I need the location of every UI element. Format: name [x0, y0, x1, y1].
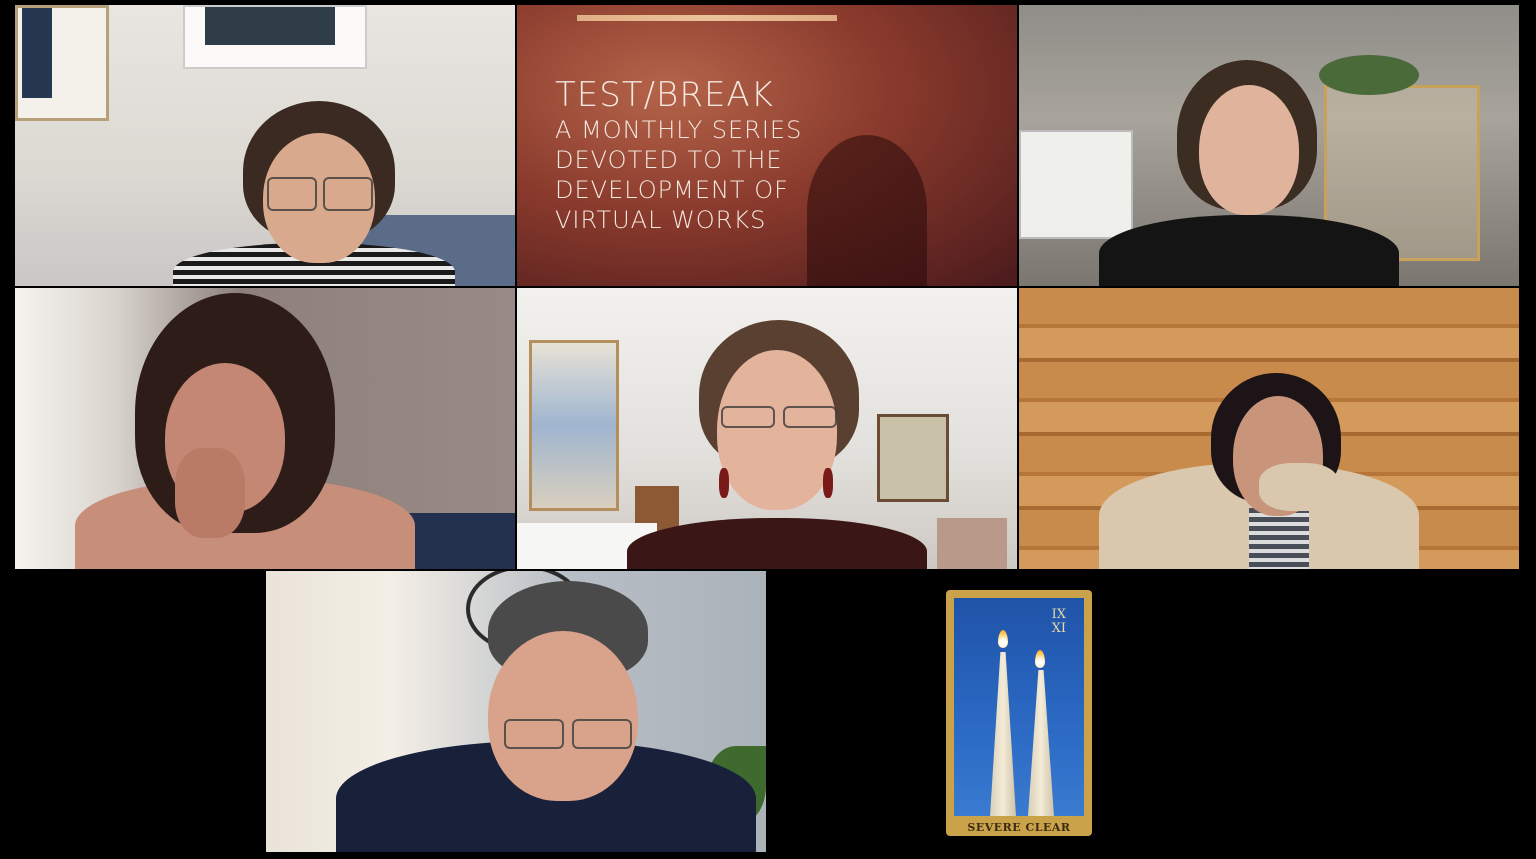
video-tile-participant-7[interactable]: [266, 571, 766, 852]
video-tile-participant-5[interactable]: [517, 288, 1017, 569]
plant: [1319, 55, 1419, 95]
title-line-4: VIRTUAL WORKS: [555, 206, 767, 234]
title-line-2: DEVOTED TO THE: [555, 146, 783, 174]
glasses: [721, 406, 775, 428]
shirt: [1249, 508, 1309, 569]
glasses: [783, 406, 837, 428]
tarot-card: IX XI SEVERE CLEAR: [946, 590, 1092, 836]
card-numeral: IX XI: [1052, 608, 1066, 636]
title-line-3: DEVELOPMENT OF: [555, 176, 789, 204]
title-text-block: TEST/BREAK A MONTHLY SERIES DEVOTED TO T…: [555, 75, 802, 235]
title-line-1: A MONTHLY SERIES: [555, 116, 803, 144]
video-tile-participant-6[interactable]: [1019, 288, 1519, 569]
card-title: SEVERE CLEAR: [967, 821, 1071, 834]
glasses: [267, 177, 317, 211]
participant-face: [717, 350, 837, 510]
glasses: [323, 177, 373, 211]
numeral-bottom: XI: [1051, 621, 1066, 636]
ceiling-lights: [577, 15, 837, 21]
glasses: [572, 719, 632, 749]
card-artwork: IX XI: [954, 598, 1084, 816]
video-tile-participant-1[interactable]: [15, 5, 515, 286]
video-tile-title-card[interactable]: TEST/BREAK A MONTHLY SERIES DEVOTED TO T…: [517, 5, 1017, 286]
participant-hand: [1259, 463, 1339, 511]
video-tile-participant-4[interactable]: [15, 288, 515, 569]
participant-face: [1199, 85, 1299, 215]
chair: [937, 518, 1007, 569]
wall-art: [877, 414, 949, 502]
numeral-top: IX: [1051, 607, 1066, 622]
candle-flame-left: [998, 630, 1008, 648]
video-tile-participant-3[interactable]: [1019, 5, 1519, 286]
earring: [823, 468, 833, 498]
shadow-figure: [807, 135, 927, 286]
wall-art: [529, 340, 619, 511]
glasses: [504, 719, 564, 749]
participant-face: [488, 631, 638, 801]
candle-flame-right: [1035, 650, 1045, 668]
earring: [719, 468, 729, 498]
candle-left: [990, 652, 1016, 816]
wall-art: [183, 5, 367, 69]
participant-hand: [175, 448, 245, 538]
whiteboard: [1019, 130, 1133, 239]
title-headline: TEST/BREAK: [555, 75, 774, 115]
wall-art: [15, 5, 109, 121]
candle-right: [1028, 670, 1054, 816]
participant-body: [1099, 215, 1399, 286]
